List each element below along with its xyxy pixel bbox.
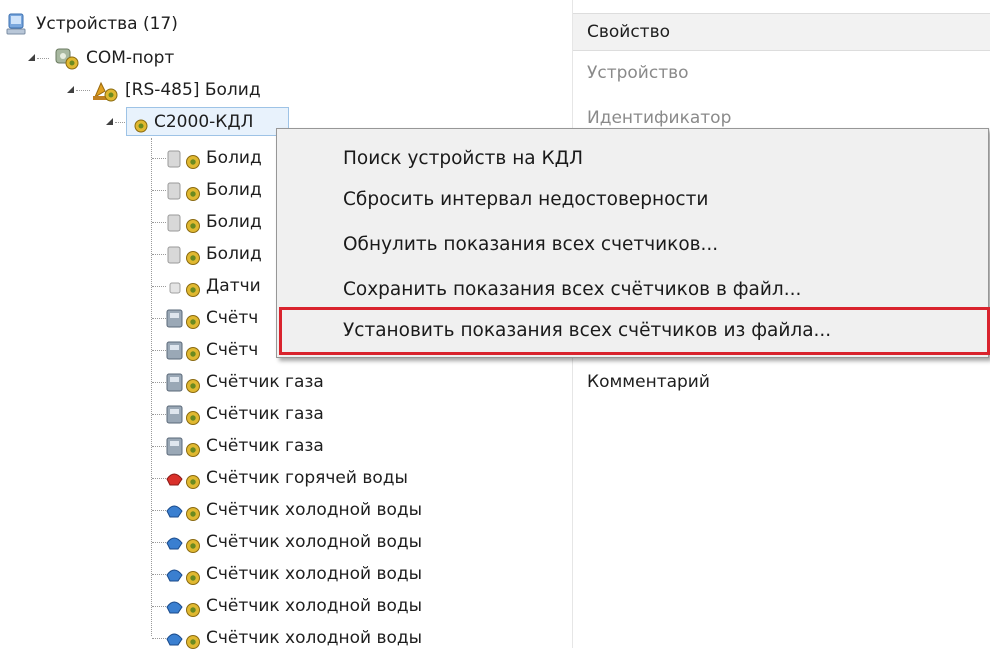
- tree-node-label: Счётчик холодной воды: [206, 500, 423, 520]
- tree-node-label: Болид: [206, 148, 262, 168]
- tree-guide-line: [152, 350, 166, 351]
- tree-node-device[interactable]: Датчи: [166, 270, 261, 302]
- tree-node-label: Счётчик холодной воды: [206, 628, 423, 648]
- tree-node-label: Счётчик холодной воды: [206, 532, 423, 552]
- tree-guide-line: [37, 58, 49, 59]
- tree-node-device[interactable]: Счётчик холодной воды: [166, 526, 422, 558]
- tree-node-device[interactable]: Болид: [166, 238, 262, 270]
- property-row-comment[interactable]: Комментарий: [587, 372, 710, 392]
- tree-node-root[interactable]: Устройства (17): [6, 8, 178, 40]
- tree-node-label: Счётч: [206, 308, 259, 328]
- tree-guide-line: [151, 138, 152, 636]
- tree-node-device[interactable]: Счётчик газа: [166, 398, 324, 430]
- tree-node-device[interactable]: Счётчик газа: [166, 430, 324, 462]
- computer-network-icon: [6, 13, 32, 35]
- tree-node-label: Счётчик горячей воды: [206, 468, 408, 488]
- tree-node-com-port[interactable]: COM-порт: [52, 42, 174, 74]
- gas-meter-icon: [166, 371, 206, 393]
- tree-node-device[interactable]: Счётчик холодной воды: [166, 590, 422, 622]
- tree-node-label: Счётчик газа: [206, 404, 324, 424]
- bolid-device-icon: [166, 147, 206, 169]
- menu-item-reset-interval[interactable]: Сбросить интервал недостоверности: [343, 180, 708, 220]
- cold-water-meter-icon: [166, 531, 206, 553]
- tree-node-device[interactable]: Счётчик холодной воды: [166, 494, 422, 526]
- tree-guide-line: [152, 574, 166, 575]
- bus-icon: [91, 79, 121, 102]
- tree-guide-line: [76, 90, 90, 91]
- tree-guide-line: [152, 190, 166, 191]
- tree-node-device[interactable]: Счётчик горячей воды: [166, 462, 408, 494]
- gas-meter-icon: [166, 403, 206, 425]
- menu-item-search-devices[interactable]: Поиск устройств на КДЛ: [343, 139, 583, 179]
- tree-node-device[interactable]: Болид: [166, 174, 262, 206]
- com-port-icon: [52, 47, 82, 70]
- tree-node-label: Болид: [206, 180, 262, 200]
- cold-water-meter-icon: [166, 563, 206, 585]
- tree-root-label: Устройства (17): [36, 14, 178, 34]
- properties-header[interactable]: Свойство: [573, 13, 990, 51]
- tree-node-label: Счётчик холодной воды: [206, 596, 423, 616]
- collapse-arrow-icon[interactable]: [66, 85, 76, 95]
- tree-guide-line: [152, 414, 166, 415]
- tree-node-label: Датчи: [206, 276, 261, 296]
- gas-meter-icon: [166, 339, 206, 361]
- tree-node-label: Счётчик газа: [206, 436, 324, 456]
- tree-node-label: Счётчик газа: [206, 372, 324, 392]
- tree-node-device[interactable]: Счётч: [166, 302, 258, 334]
- tree-guide-line: [152, 254, 166, 255]
- tree-guide-line: [152, 286, 166, 287]
- tree-guide-line: [152, 606, 166, 607]
- context-menu: Поиск устройств на КДЛ Сбросить интервал…: [276, 128, 990, 358]
- menu-item-highlight: [279, 307, 990, 355]
- tree-guide-line: [152, 382, 166, 383]
- property-row-identifier[interactable]: Идентификатор: [587, 108, 731, 128]
- tree-guide-line: [152, 638, 166, 639]
- tree-guide-line: [152, 542, 166, 543]
- tree-node-device[interactable]: Счётчик холодной воды: [166, 622, 422, 654]
- cold-water-meter-icon: [166, 499, 206, 521]
- cold-water-meter-icon: [166, 627, 206, 649]
- tree-node-label: Болид: [206, 212, 262, 232]
- tree-node-label: Счётч: [206, 340, 259, 360]
- tree-node-device[interactable]: Болид: [166, 206, 262, 238]
- tree-label-controller: С2000-КДЛ: [154, 112, 254, 132]
- tree-guide-line: [152, 478, 166, 479]
- collapse-arrow-icon[interactable]: [27, 53, 37, 63]
- tree-label-rs485: [RS-485] Болид: [125, 80, 261, 100]
- tree-node-rs485[interactable]: [RS-485] Болид: [91, 74, 261, 106]
- property-row-device[interactable]: Устройство: [587, 63, 689, 83]
- tree-label-com-port: COM-порт: [86, 48, 175, 68]
- properties-header-label: Свойство: [587, 22, 671, 42]
- collapse-arrow-icon[interactable]: [105, 117, 115, 127]
- bolid-device-icon: [166, 211, 206, 233]
- gas-meter-icon: [166, 307, 206, 329]
- gas-meter-icon: [166, 435, 206, 457]
- controller-icon: [130, 111, 152, 133]
- tree-guide-line: [152, 158, 166, 159]
- tree-guide-line: [152, 318, 166, 319]
- menu-item-save-counters[interactable]: Сохранить показания всех счётчиков в фай…: [343, 270, 801, 310]
- tree-guide-line: [152, 446, 166, 447]
- cold-water-meter-icon: [166, 595, 206, 617]
- tree-node-label: Счётчик холодной воды: [206, 564, 423, 584]
- tree-node-label: Болид: [206, 244, 262, 264]
- tree-guide-line: [152, 222, 166, 223]
- bolid-device-icon: [166, 243, 206, 265]
- bolid-device-icon: [166, 179, 206, 201]
- tree-node-device[interactable]: Счётчик холодной воды: [166, 558, 422, 590]
- tree-node-device[interactable]: Счётчик газа: [166, 366, 324, 398]
- sensor-icon: [166, 275, 206, 297]
- menu-item-zero-counters[interactable]: Обнулить показания всех счетчиков...: [343, 225, 718, 265]
- hot-water-meter-icon: [166, 467, 206, 489]
- tree-node-device[interactable]: Счётч: [166, 334, 258, 366]
- tree-guide-line: [152, 510, 166, 511]
- tree-node-device[interactable]: Болид: [166, 142, 262, 174]
- tree-node-controller[interactable]: С2000-КДЛ: [130, 106, 253, 138]
